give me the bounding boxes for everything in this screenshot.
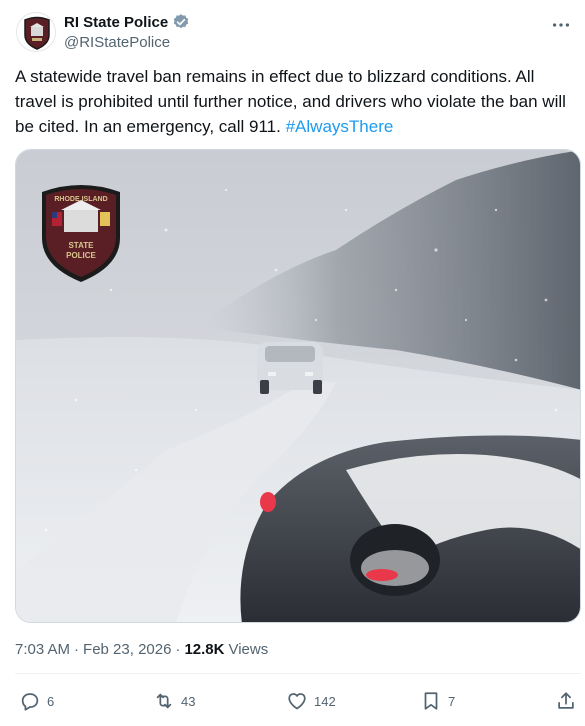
tweet-text: A statewide travel ban remains in effect… bbox=[15, 64, 571, 139]
divider bbox=[15, 673, 581, 674]
tweet-meta: 7:03 AM · Feb 23, 2026 · 12.8K Views bbox=[15, 641, 268, 658]
more-options-icon[interactable] bbox=[550, 14, 572, 36]
tweet-time[interactable]: 7:03 AM bbox=[15, 641, 70, 658]
hashtag-link[interactable]: #AlwaysThere bbox=[286, 117, 394, 136]
views-label: Views bbox=[228, 641, 269, 658]
repost-button[interactable]: 43 bbox=[153, 688, 195, 714]
patch-lettering-state: STATE bbox=[68, 241, 94, 250]
repost-icon bbox=[156, 693, 172, 709]
views-count[interactable]: 12.8K bbox=[184, 641, 224, 658]
share-icon bbox=[558, 692, 574, 709]
reply-icon bbox=[21, 693, 39, 711]
bookmark-count: 7 bbox=[448, 693, 456, 709]
author-handle[interactable]: @RIStatePolice bbox=[64, 34, 190, 51]
state-police-badge-icon bbox=[24, 16, 50, 50]
repost-count: 43 bbox=[181, 693, 196, 709]
patch-lettering-police: POLICE bbox=[66, 251, 96, 260]
meta-separator-2: · bbox=[175, 641, 181, 658]
heart-icon bbox=[288, 693, 306, 710]
share-button[interactable] bbox=[555, 688, 577, 714]
display-name-row: RI State Police bbox=[64, 12, 190, 32]
reply-count: 6 bbox=[47, 693, 55, 709]
author-names: RI State Police @RIStatePolice bbox=[64, 12, 190, 51]
tweet-header: RI State Police @RIStatePolice bbox=[16, 12, 576, 56]
reply-button[interactable]: 6 bbox=[19, 688, 54, 714]
meta-separator: · bbox=[74, 641, 80, 658]
state-police-patch-icon: RHODE ISLAND STATE POLICE bbox=[42, 185, 120, 282]
bookmark-button[interactable]: 7 bbox=[420, 688, 455, 714]
car-ahead bbox=[257, 342, 323, 394]
avatar[interactable] bbox=[16, 12, 56, 52]
like-button[interactable]: 142 bbox=[286, 688, 336, 714]
action-bar: 6 43 142 7 bbox=[15, 688, 581, 714]
display-name[interactable]: RI State Police bbox=[64, 14, 168, 31]
tweet-photo[interactable]: RHODE ISLAND STATE POLICE bbox=[15, 149, 581, 623]
verified-badge-icon[interactable] bbox=[172, 13, 190, 31]
bookmark-icon bbox=[424, 692, 438, 710]
like-count: 142 bbox=[314, 693, 336, 709]
tweet-date[interactable]: Feb 23, 2026 bbox=[83, 641, 171, 658]
